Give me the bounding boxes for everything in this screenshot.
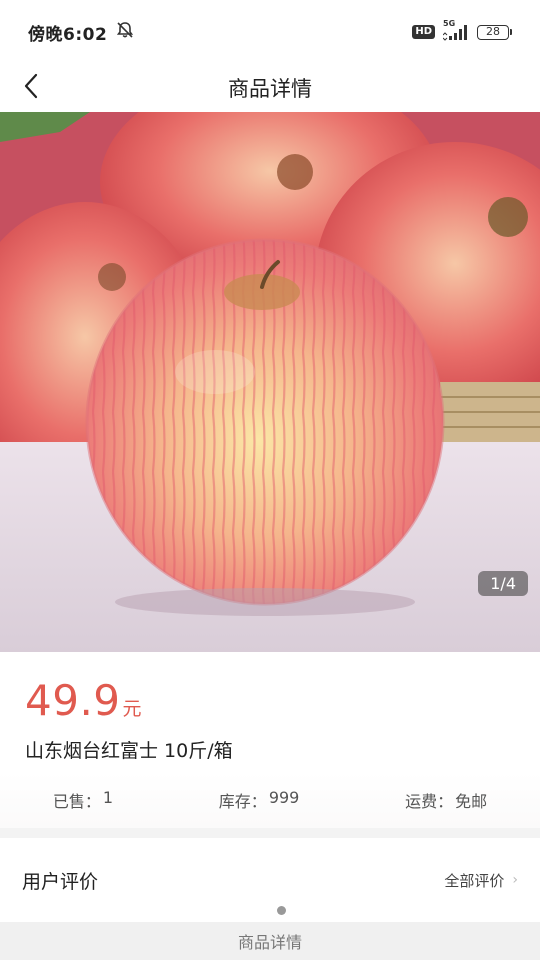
battery-tip <box>510 29 512 35</box>
battery-icon: 28 <box>477 24 512 40</box>
all-reviews-link[interactable]: 全部评价 › <box>444 870 518 891</box>
chevron-left-icon <box>21 73 43 103</box>
shipping-value: 免邮 <box>455 792 488 811</box>
user-reviews-row: 用户评价 全部评价 › <box>0 838 540 922</box>
price-unit: 元 <box>122 698 142 720</box>
product-image-gallery[interactable]: 1/4 <box>0 112 540 652</box>
signal-icon: 5G <box>443 19 469 41</box>
reviews-title: 用户评价 <box>22 870 99 893</box>
stock-label: 库存： <box>218 792 267 811</box>
nav-bar: 商品详情 <box>0 64 540 112</box>
product-detail-tab[interactable]: 商品详情 <box>0 922 540 960</box>
network-type-label: 5G <box>443 19 456 28</box>
price-line: 49.9 元 <box>25 676 142 725</box>
sold-label: 已售： <box>52 792 101 811</box>
product-title: 山东烟台红富士 10斤/箱 <box>25 740 233 762</box>
hd-icon: HD <box>412 25 435 39</box>
status-right: HD 5G 28 <box>412 19 512 41</box>
product-stats-row: 已售： 1 库存： 999 运费： 免邮 <box>0 772 540 828</box>
product-price: 49.9 <box>25 676 121 725</box>
back-button[interactable] <box>14 70 50 106</box>
gallery-page-indicator: 1/4 <box>478 571 528 596</box>
shipping-fee: 运费： 免邮 <box>405 788 487 812</box>
stock-value: 999 <box>268 788 300 807</box>
sold-count: 已售： 1 <box>53 788 113 812</box>
silent-bell-icon <box>115 20 135 45</box>
product-info-section: 49.9 元 山东烟台红富士 10斤/箱 已售： 1 库存： 999 运费： 免… <box>0 652 540 828</box>
status-left: 傍晚6:02 <box>28 20 135 45</box>
product-detail-tab-label: 商品详情 <box>237 933 302 952</box>
all-reviews-label: 全部评价 <box>444 871 505 890</box>
sold-value: 1 <box>102 788 114 807</box>
section-divider <box>0 828 540 838</box>
chevron-right-icon: › <box>512 872 518 888</box>
shipping-label: 运费： <box>405 792 454 811</box>
battery-level: 28 <box>477 24 509 40</box>
status-time: 傍晚6:02 <box>28 24 108 45</box>
carousel-dot <box>277 906 286 915</box>
product-image <box>0 112 540 652</box>
stock-count: 库存： 999 <box>219 788 300 812</box>
status-bar: 傍晚6:02 HD 5G 28 <box>0 0 540 64</box>
page-title: 商品详情 <box>228 77 312 101</box>
